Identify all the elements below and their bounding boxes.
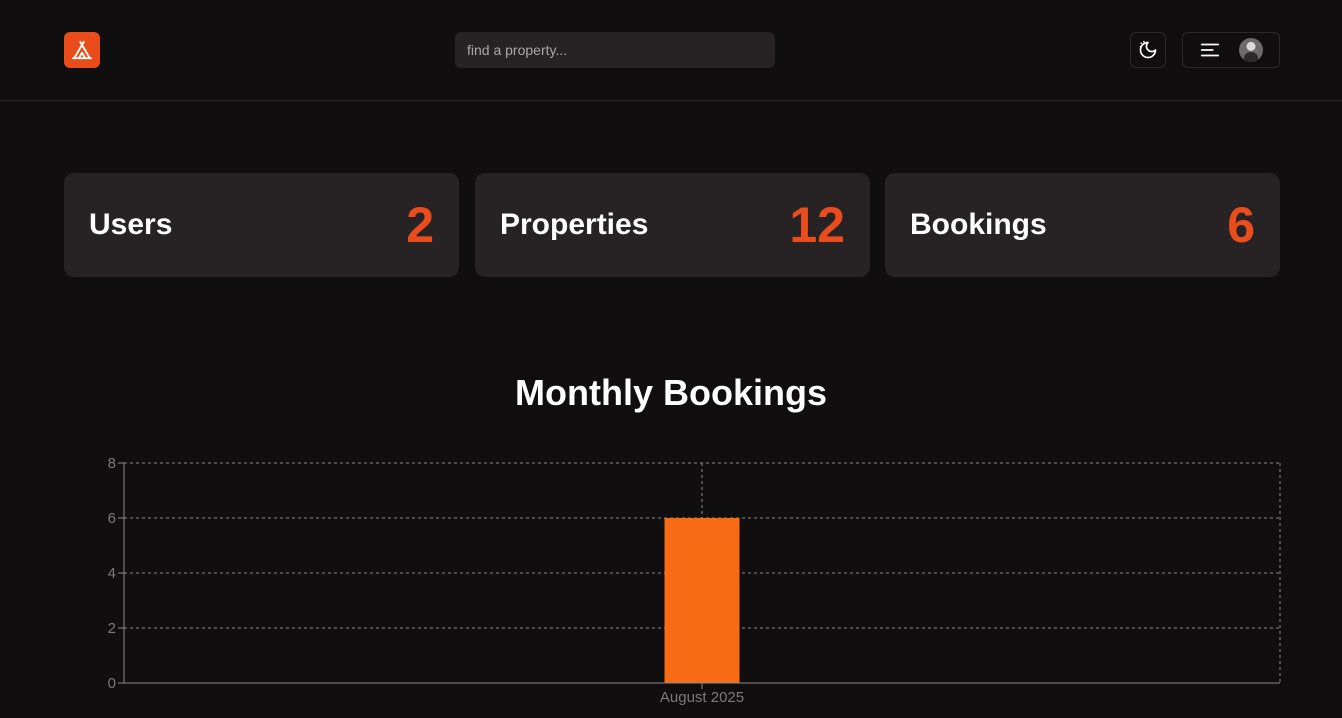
stat-label: Properties bbox=[500, 208, 649, 241]
y-tick-label: 6 bbox=[108, 510, 116, 527]
search-input[interactable] bbox=[455, 32, 775, 68]
y-tick-label: 4 bbox=[108, 565, 116, 582]
logo[interactable] bbox=[64, 32, 100, 68]
stat-label: Users bbox=[89, 208, 173, 241]
stat-card-users: Users 2 bbox=[64, 173, 459, 277]
menu-icon bbox=[1200, 43, 1220, 57]
stat-card-properties: Properties 12 bbox=[475, 173, 870, 277]
y-tick-label: 2 bbox=[108, 620, 116, 637]
x-tick-label: August 2025 bbox=[660, 689, 744, 706]
stat-label: Bookings bbox=[910, 208, 1047, 241]
chart-title: Monthly Bookings bbox=[515, 372, 827, 413]
stat-value: 6 bbox=[1227, 197, 1255, 253]
user-menu-button[interactable] bbox=[1182, 32, 1280, 68]
stat-value: 2 bbox=[406, 197, 434, 253]
stat-card-bookings: Bookings 6 bbox=[885, 173, 1280, 277]
bar-august-2025 bbox=[664, 518, 740, 683]
avatar bbox=[1239, 38, 1263, 62]
tent-icon bbox=[71, 40, 93, 60]
monthly-bookings-chart: 0 2 4 6 8 August 2025 bbox=[108, 455, 1281, 706]
stat-value: 12 bbox=[789, 197, 845, 253]
theme-toggle-button[interactable] bbox=[1130, 32, 1166, 68]
navbar bbox=[0, 0, 1342, 101]
moon-icon bbox=[1139, 40, 1157, 59]
y-tick-label: 8 bbox=[108, 455, 116, 472]
y-tick-label: 0 bbox=[108, 675, 116, 692]
